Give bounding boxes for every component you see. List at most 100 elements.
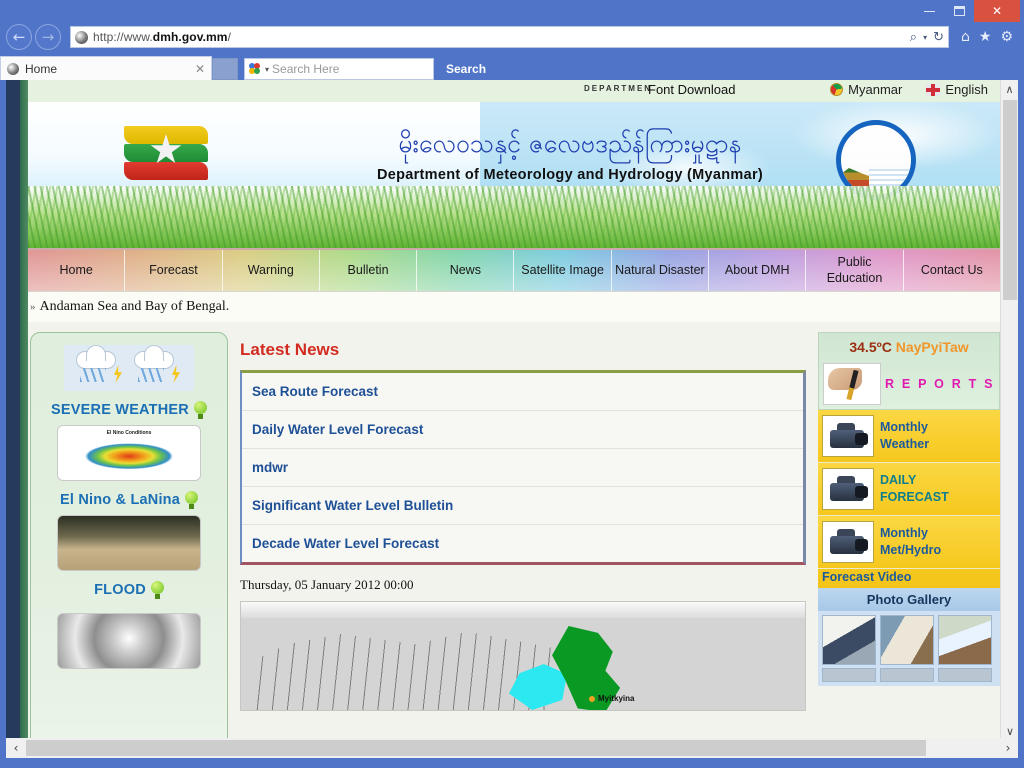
nav-item-forecast[interactable]: Forecast	[125, 250, 223, 291]
report-line1: Monthly	[880, 526, 928, 541]
sidebar-item-flood[interactable]: FLOOD	[41, 581, 217, 599]
site-banner: မိုးလေဝသနှင့် ဇလေဗဒည်န်ကြားမှုဋာန Depart…	[28, 102, 1000, 248]
report-label: Monthly Weather	[880, 419, 929, 453]
video-camera-icon	[822, 415, 874, 457]
page-title: Latest News	[240, 340, 340, 359]
horizontal-scrollbar[interactable]: ‹ ›	[6, 738, 1018, 758]
department-watermark: DEPARTMEN	[584, 84, 653, 93]
language-myanmar[interactable]: Myanmar	[830, 82, 902, 97]
minimize-button[interactable]	[914, 0, 944, 22]
report-sublabel-forecast-video[interactable]: Forecast Video	[818, 569, 1000, 588]
gallery-thumb[interactable]	[822, 668, 876, 682]
tab-close-icon[interactable]: ✕	[195, 62, 205, 76]
font-download-link[interactable]: Font Download	[648, 82, 735, 97]
nav-item-about-dmh[interactable]: About DMH	[709, 250, 807, 291]
scroll-up-arrow-icon[interactable]: ∧	[1001, 80, 1018, 98]
reports-header[interactable]: R E P O R T S	[823, 363, 995, 405]
tab-home[interactable]: Home ✕	[0, 56, 212, 80]
search-icon[interactable]: ⌕	[910, 30, 917, 45]
report-line1: Monthly	[880, 420, 928, 435]
gallery-thumb[interactable]	[938, 668, 992, 682]
main-column: Latest News Sea Route Forecast Daily Wat…	[234, 332, 812, 740]
nav-item-warning[interactable]: Warning	[222, 250, 320, 291]
banner-title-block: မိုးလေဝသနှင့် ဇလေဗဒည်န်ကြားမှုဋာန Depart…	[310, 128, 830, 183]
chevron-down-icon[interactable]: ▾	[265, 65, 269, 74]
map-city-label: Myitkyina	[598, 694, 635, 703]
nav-item-satellite-image[interactable]: Satellite Image	[514, 250, 612, 291]
video-camera-icon	[822, 468, 874, 510]
banner-grass-image	[28, 186, 1000, 248]
reports-label: R E P O R T S	[885, 377, 995, 391]
video-camera-icon	[822, 521, 874, 563]
chevron-down-icon[interactable]: ▾	[923, 33, 927, 42]
forward-button[interactable]: →	[35, 24, 61, 50]
nav-item-news[interactable]: News	[417, 250, 515, 291]
gallery-thumb[interactable]	[822, 615, 876, 665]
sidebar-item-severe-weather[interactable]: SEVERE WEATHER	[41, 401, 217, 419]
nav-item-bulletin[interactable]: Bulletin	[319, 250, 418, 291]
navigation-bar: ← → http://www.dmh.gov.mm/ ⌕ ▾ ↻ ⌂ ★ ⚙	[0, 22, 1024, 52]
vertical-scrollbar-thumb[interactable]	[1003, 100, 1017, 300]
gallery-thumb[interactable]	[880, 615, 934, 665]
report-line2: Weather	[880, 437, 930, 451]
list-item[interactable]: Daily Water Level Forecast	[242, 411, 803, 449]
report-item-monthly-met-hydro[interactable]: Monthly Met/Hydro	[818, 516, 1000, 569]
weather-map[interactable]: Myitkyina	[240, 601, 806, 711]
close-button[interactable]: ✕	[974, 0, 1020, 22]
back-button[interactable]: ←	[6, 24, 32, 50]
language-myanmar-label: Myanmar	[848, 82, 903, 97]
home-icon[interactable]: ⌂	[961, 29, 970, 45]
language-switcher: Myanmar English	[830, 82, 988, 97]
nav-item-public-education[interactable]: Public Education	[806, 250, 904, 291]
search-button[interactable]: Search	[434, 58, 499, 80]
list-item[interactable]: Decade Water Level Forecast	[242, 525, 803, 562]
map-pin-icon	[589, 695, 595, 702]
latest-news-list: Sea Route Forecast Daily Water Level For…	[240, 370, 806, 565]
page-left-rail	[6, 80, 20, 740]
title-bar: ✕	[0, 0, 1024, 22]
scroll-left-arrow-icon[interactable]: ‹	[6, 741, 26, 755]
flag-uk-icon	[926, 83, 941, 96]
favorites-icon[interactable]: ★	[979, 29, 992, 45]
temperature-readout: 34.5ºC NayPyiTaw	[823, 339, 995, 355]
page-viewport: DEPARTMEN Font Download Myanmar English	[6, 80, 1018, 740]
sidebar-item-elnino-lanina[interactable]: El Nino & LaNina	[41, 491, 217, 509]
nav-item-natural-disaster[interactable]: Natural Disaster	[611, 250, 710, 291]
horizontal-scrollbar-track[interactable]	[26, 740, 998, 756]
scroll-right-arrow-icon[interactable]: ›	[998, 741, 1018, 755]
page-vertical-scrollbar[interactable]: ∧ ∨	[1000, 80, 1018, 740]
nav-item-home[interactable]: Home	[28, 250, 126, 291]
storm-clouds-icon	[64, 345, 194, 391]
map-country-borders	[251, 631, 551, 710]
cyclone-satellite-thumb[interactable]	[57, 613, 201, 669]
gallery-thumb[interactable]	[880, 668, 934, 682]
list-item[interactable]: Sea Route Forecast	[242, 373, 803, 411]
list-item[interactable]: mdwr	[242, 449, 803, 487]
browser-window: ✕ ← → http://www.dmh.gov.mm/ ⌕ ▾ ↻ ⌂ ★ ⚙…	[0, 0, 1024, 768]
flood-photo-thumb[interactable]	[57, 515, 201, 571]
main-navigation: Home Forecast Warning Bulletin News Sate…	[28, 248, 1000, 292]
settings-gear-icon[interactable]: ⚙	[1000, 29, 1013, 45]
refresh-icon[interactable]: ↻	[933, 30, 944, 45]
report-item-monthly-weather[interactable]: Monthly Weather	[818, 410, 1000, 463]
ticker-bullet-icon: »	[30, 301, 36, 313]
language-english[interactable]: English	[926, 82, 988, 97]
gallery-thumb[interactable]	[938, 615, 992, 665]
map-city-marker: Myitkyina	[589, 694, 634, 703]
pen-writing-icon	[823, 363, 881, 405]
elnino-chart-thumb[interactable]	[57, 425, 201, 481]
report-item-daily-forecast[interactable]: DAILY FORECAST	[818, 463, 1000, 516]
content-area: SEVERE WEATHER El Nino & LaNina FLOOD	[28, 322, 1000, 740]
list-item[interactable]: Significant Water Level Bulletin	[242, 487, 803, 525]
address-bar[interactable]: http://www.dmh.gov.mm/ ⌕ ▾ ↻	[70, 26, 949, 48]
new-tab-button[interactable]	[212, 58, 238, 80]
nav-item-contact-us[interactable]: Contact Us	[903, 250, 1000, 291]
utility-bar: DEPARTMEN Font Download Myanmar English	[28, 80, 1000, 102]
temperature-city: NayPyiTaw	[895, 339, 969, 355]
myanmar-flag-icon	[124, 126, 208, 182]
horizontal-scrollbar-thumb[interactable]	[26, 740, 926, 756]
maximize-button[interactable]	[944, 0, 974, 22]
right-sidebar: 34.5ºC NayPyiTaw R E P O R T S Monthly W…	[818, 332, 1000, 740]
sidebar-elnino-label: El Nino & LaNina	[59, 492, 180, 508]
search-input[interactable]: ▾ Search Here	[244, 58, 434, 80]
